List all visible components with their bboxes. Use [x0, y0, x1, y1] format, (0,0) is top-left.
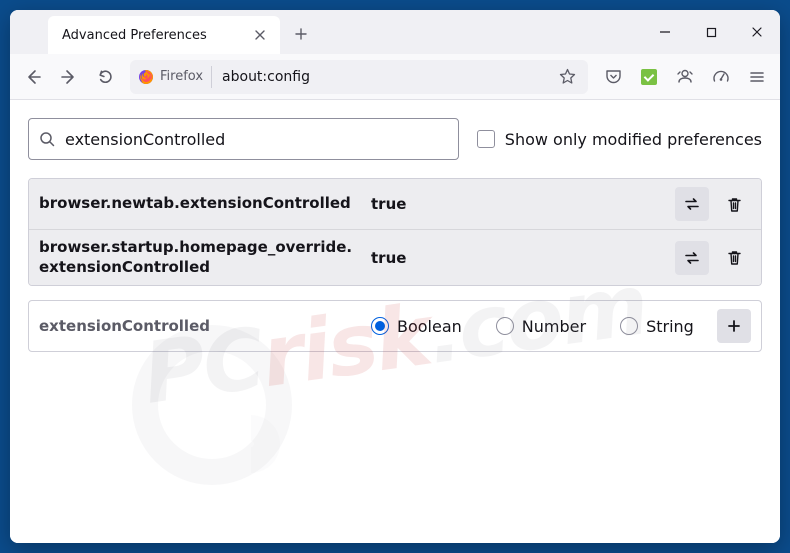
- url-bar[interactable]: Firefox about:config: [130, 60, 588, 94]
- new-pref-name: extensionControlled: [39, 317, 361, 335]
- pocket-icon: [605, 68, 622, 85]
- pocket-button[interactable]: [596, 60, 630, 94]
- search-input[interactable]: [65, 130, 448, 149]
- account-button[interactable]: [668, 60, 702, 94]
- radio-icon: [371, 317, 389, 335]
- delete-button[interactable]: [717, 187, 751, 221]
- tab-label: Advanced Preferences: [62, 28, 248, 43]
- add-pref-button[interactable]: [717, 309, 751, 343]
- minimize-icon: [659, 26, 671, 38]
- search-box[interactable]: [28, 118, 459, 160]
- account-icon: [676, 68, 694, 86]
- extension-button[interactable]: [632, 60, 666, 94]
- pref-value: true: [371, 249, 665, 267]
- delete-button[interactable]: [717, 241, 751, 275]
- pref-name: browser.newtab.extensionControlled: [39, 194, 361, 214]
- show-modified-label: Show only modified preferences: [505, 130, 762, 149]
- close-window-button[interactable]: [734, 10, 780, 54]
- search-row: Show only modified preferences: [28, 118, 762, 160]
- trash-icon: [726, 249, 743, 266]
- plus-icon: [726, 318, 742, 334]
- type-number-radio[interactable]: Number: [496, 317, 586, 336]
- add-pref-row: extensionControlled Boolean Number Strin…: [28, 300, 762, 352]
- plus-icon: [294, 27, 308, 41]
- radio-label: String: [646, 317, 694, 336]
- back-button[interactable]: [16, 60, 50, 94]
- toolbar: Firefox about:config: [10, 54, 780, 100]
- app-menu-button[interactable]: [740, 60, 774, 94]
- back-icon: [24, 68, 42, 86]
- about-config-content: PCrisk.com Show only modified preference…: [10, 100, 780, 543]
- close-icon: [751, 26, 763, 38]
- maximize-icon: [706, 27, 717, 38]
- radio-label: Boolean: [397, 317, 462, 336]
- firefox-icon: [138, 69, 154, 85]
- forward-button[interactable]: [52, 60, 86, 94]
- type-boolean-radio[interactable]: Boolean: [371, 317, 462, 336]
- toggle-icon: [683, 195, 701, 213]
- new-tab-button[interactable]: [286, 19, 316, 49]
- search-icon: [39, 131, 55, 147]
- pref-value: true: [371, 195, 665, 213]
- close-icon: [254, 29, 266, 41]
- window-controls: [642, 10, 780, 54]
- trash-icon: [726, 196, 743, 213]
- prefs-table: browser.newtab.extensionControlled true …: [28, 178, 762, 286]
- extension-badge-icon: [641, 69, 657, 85]
- toggle-icon: [683, 249, 701, 267]
- show-modified-checkbox[interactable]: Show only modified preferences: [477, 130, 762, 149]
- toggle-button[interactable]: [675, 187, 709, 221]
- maximize-button[interactable]: [688, 10, 734, 54]
- browser-tab[interactable]: Advanced Preferences: [48, 16, 280, 54]
- activity-button[interactable]: [704, 60, 738, 94]
- close-tab-button[interactable]: [248, 23, 272, 47]
- star-icon: [559, 68, 576, 85]
- radio-icon: [620, 317, 638, 335]
- reload-icon: [97, 68, 114, 85]
- site-identity[interactable]: Firefox: [138, 66, 212, 88]
- titlebar: Advanced Preferences: [10, 10, 780, 54]
- identity-label: Firefox: [160, 69, 203, 84]
- url-text: about:config: [212, 69, 552, 85]
- hamburger-icon: [749, 69, 765, 85]
- pref-name: browser.startup.homepage_override.extens…: [39, 238, 361, 277]
- gauge-icon: [712, 68, 730, 86]
- radio-icon: [496, 317, 514, 335]
- checkbox-icon: [477, 130, 495, 148]
- bookmark-button[interactable]: [552, 62, 582, 92]
- minimize-button[interactable]: [642, 10, 688, 54]
- browser-window: Advanced Preferences: [10, 10, 780, 543]
- pref-row[interactable]: browser.startup.homepage_override.extens…: [29, 229, 761, 285]
- forward-icon: [60, 68, 78, 86]
- radio-label: Number: [522, 317, 586, 336]
- toggle-button[interactable]: [675, 241, 709, 275]
- type-radio-group: Boolean Number String: [371, 317, 707, 336]
- reload-button[interactable]: [88, 60, 122, 94]
- type-string-radio[interactable]: String: [620, 317, 694, 336]
- pref-row[interactable]: browser.newtab.extensionControlled true: [29, 179, 761, 229]
